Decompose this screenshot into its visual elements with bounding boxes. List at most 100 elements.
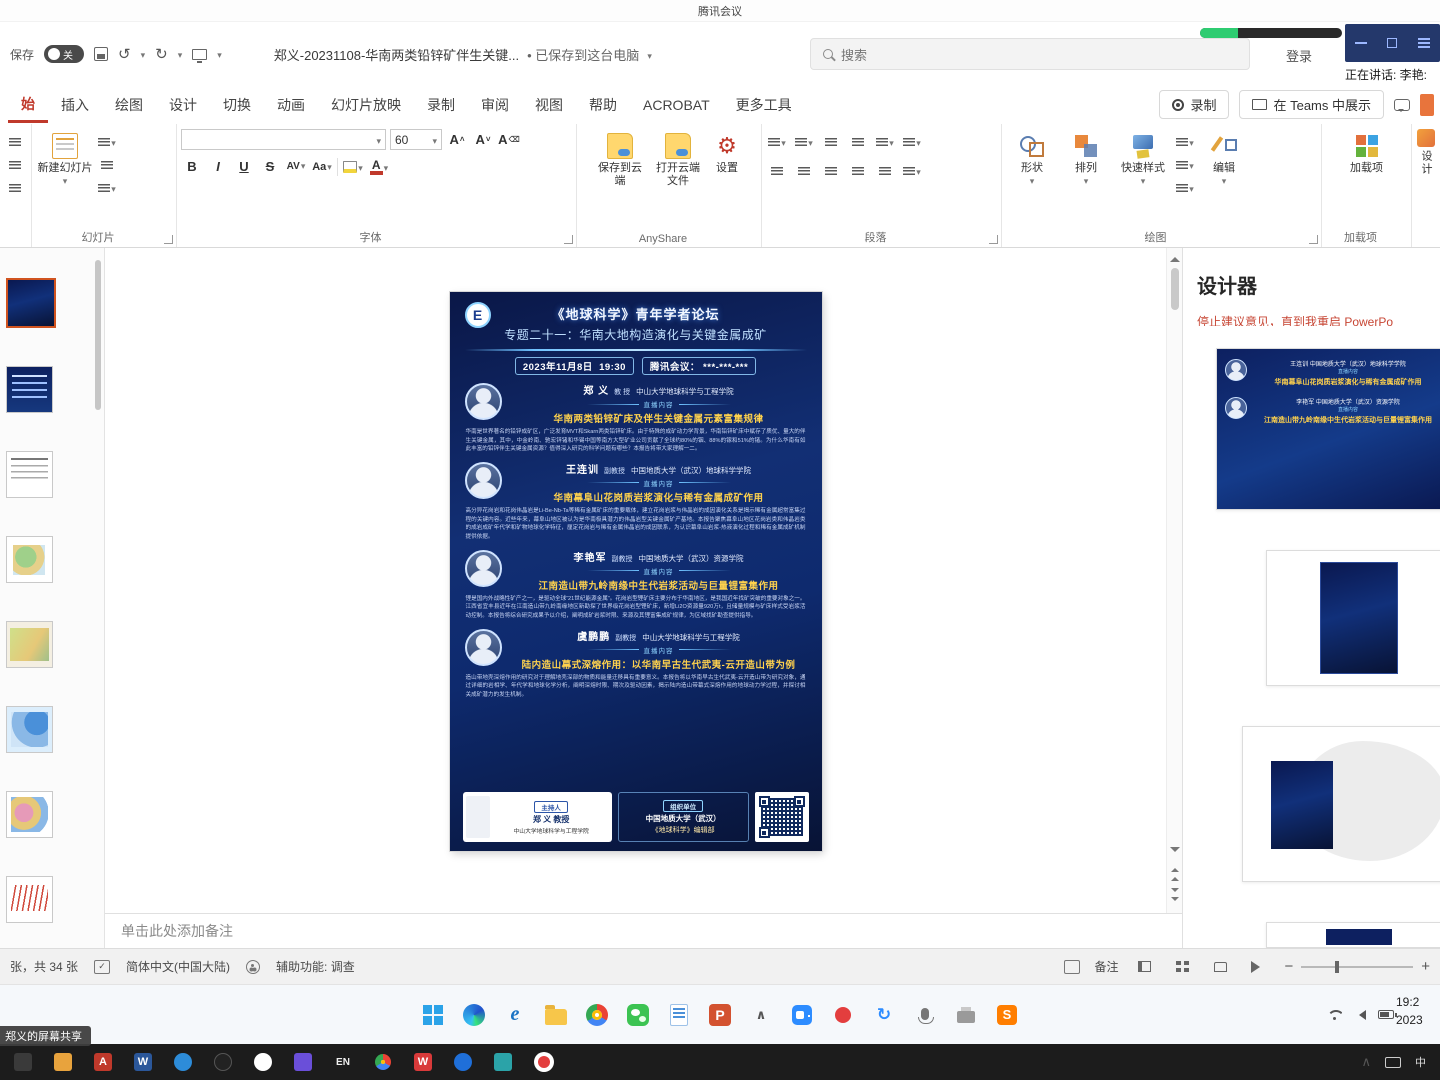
- slide-thumbnail-2[interactable]: [6, 366, 53, 413]
- align-center-button[interactable]: [793, 160, 815, 181]
- shapes-button[interactable]: 形状: [1006, 129, 1058, 192]
- text-direction-button[interactable]: [901, 131, 923, 152]
- word-icon[interactable]: W: [134, 1053, 152, 1071]
- start-from-beginning-icon[interactable]: [192, 48, 208, 63]
- section-button[interactable]: [96, 177, 118, 198]
- align-right-button[interactable]: [820, 160, 842, 181]
- zoom-in-button[interactable]: +: [1421, 959, 1430, 974]
- tab-more-tools[interactable]: 更多工具: [723, 89, 805, 121]
- shape-outline-button[interactable]: [1174, 154, 1196, 175]
- shape-fill-button[interactable]: [1174, 131, 1196, 152]
- qat-customize-icon[interactable]: [217, 47, 222, 61]
- slideshow-button[interactable]: [1246, 956, 1270, 978]
- spellcheck-icon[interactable]: ✓: [94, 959, 111, 974]
- bold-button[interactable]: B: [181, 156, 203, 177]
- dialog-launcher-icon[interactable]: [564, 235, 573, 244]
- arrange-button[interactable]: 排列: [1060, 129, 1112, 192]
- tab-draw[interactable]: 绘图: [102, 89, 156, 121]
- screen-record-button[interactable]: [534, 1052, 554, 1072]
- internet-explorer-icon[interactable]: e: [502, 1002, 528, 1028]
- character-spacing-button[interactable]: AV: [285, 156, 307, 177]
- title-dropdown-icon[interactable]: [647, 47, 652, 62]
- save-to-cloud-button[interactable]: 保存到云端: [594, 129, 646, 192]
- layout-button[interactable]: [96, 131, 118, 152]
- scroll-up-arrow[interactable]: [1169, 252, 1180, 262]
- decrease-font-size-button[interactable]: A ˅: [472, 129, 494, 150]
- tab-animations[interactable]: 动画: [264, 89, 318, 121]
- tab-home[interactable]: 始: [8, 88, 48, 123]
- slide-canvas[interactable]: E 《地球科学》青年学者论坛 专题二十一：华南大地构造演化与关键金属成矿 202…: [105, 248, 1166, 913]
- comments-button[interactable]: [1394, 98, 1410, 112]
- change-case-button[interactable]: Aa: [311, 156, 333, 177]
- keyboard-icon[interactable]: [1385, 1056, 1401, 1068]
- compass-browser-icon[interactable]: [454, 1053, 472, 1071]
- sogou-input-icon[interactable]: S: [994, 1002, 1020, 1028]
- browser-globe-icon[interactable]: [174, 1053, 192, 1071]
- github-icon[interactable]: [214, 1053, 232, 1071]
- pinned-app-icon[interactable]: [14, 1053, 32, 1071]
- reading-view-button[interactable]: [1208, 956, 1232, 978]
- clear-formatting-button[interactable]: A ⌫: [498, 129, 520, 150]
- design-suggestion-4[interactable]: [1266, 922, 1440, 948]
- reset-button[interactable]: [96, 154, 118, 175]
- login-button[interactable]: 登录: [1286, 46, 1312, 65]
- folder-icon[interactable]: [54, 1053, 72, 1071]
- adobe-reader-icon[interactable]: A: [94, 1053, 112, 1071]
- paste-icon[interactable]: [4, 131, 26, 152]
- thumbnail-scrollbar[interactable]: [95, 260, 101, 410]
- autosave-toggle[interactable]: 关: [44, 45, 85, 63]
- save-icon[interactable]: [94, 47, 109, 61]
- notes-toggle[interactable]: 备注: [1094, 958, 1118, 975]
- wifi-icon[interactable]: [1326, 1009, 1342, 1020]
- tab-design[interactable]: 设计: [156, 89, 210, 121]
- language-badge[interactable]: 中: [1415, 1054, 1426, 1070]
- qq-icon[interactable]: [254, 1053, 272, 1071]
- text-highlight-button[interactable]: [342, 156, 364, 177]
- next-slide-button[interactable]: [1170, 888, 1179, 905]
- microphone-icon[interactable]: [912, 1002, 938, 1028]
- maximize-icon[interactable]: [1387, 38, 1398, 48]
- shape-effects-button[interactable]: [1174, 177, 1196, 198]
- font-size-combo[interactable]: 60: [390, 129, 442, 150]
- underline-button[interactable]: U: [233, 156, 255, 177]
- slide-sorter-view-button[interactable]: [1170, 956, 1194, 978]
- search-input[interactable]: 搜索: [810, 38, 1250, 70]
- designer-stop-suggestions-link[interactable]: 停止建议意见，直到我重启 PowerPo: [1197, 313, 1440, 326]
- share-icon[interactable]: [1420, 93, 1434, 116]
- slide-thumbnail-8[interactable]: [6, 876, 53, 923]
- undo-dropdown-icon[interactable]: [141, 47, 146, 61]
- tab-slideshow[interactable]: 幻灯片放映: [318, 89, 414, 121]
- anyshare-settings-button[interactable]: ⚙ 设置: [710, 129, 744, 179]
- volume-icon[interactable]: [1354, 1009, 1366, 1020]
- taskbar-clock[interactable]: 19:2 2023: [1396, 993, 1440, 1029]
- wechat-icon[interactable]: [625, 1002, 651, 1028]
- numbering-button[interactable]: [793, 131, 815, 152]
- scroll-down-arrow[interactable]: [1169, 847, 1180, 857]
- design-suggestion-2[interactable]: [1266, 550, 1440, 686]
- previous-slide-button[interactable]: [1170, 864, 1179, 881]
- record-button[interactable]: 录制: [1159, 90, 1230, 119]
- normal-view-button[interactable]: [1132, 956, 1156, 978]
- slide-thumbnail-5[interactable]: [6, 621, 53, 668]
- tab-view[interactable]: 视图: [522, 89, 576, 121]
- wps-icon[interactable]: W: [414, 1053, 432, 1071]
- tab-help[interactable]: 帮助: [576, 89, 630, 121]
- video-app-icon[interactable]: [494, 1053, 512, 1071]
- windows-start-button[interactable]: [420, 1002, 446, 1028]
- increase-indent-button[interactable]: [847, 131, 869, 152]
- notes-pane[interactable]: 单击此处添加备注: [105, 913, 1182, 948]
- dialog-launcher-icon[interactable]: [1309, 235, 1318, 244]
- notes-icon[interactable]: [1064, 959, 1081, 974]
- addins-button[interactable]: 加载项: [1341, 129, 1393, 179]
- tab-transitions[interactable]: 切换: [210, 89, 264, 121]
- sync-icon[interactable]: ↻: [871, 1002, 897, 1028]
- align-left-button[interactable]: [766, 160, 788, 181]
- editing-button[interactable]: 编辑: [1198, 129, 1250, 192]
- copy-icon[interactable]: [4, 177, 26, 198]
- tray-expand-icon[interactable]: ∧: [748, 1002, 774, 1028]
- music-app-icon[interactable]: [294, 1053, 312, 1071]
- font-name-combo[interactable]: [181, 129, 386, 150]
- menu-icon[interactable]: [1417, 38, 1430, 48]
- tray-expand-icon[interactable]: ∧: [1361, 1054, 1371, 1070]
- new-slide-button[interactable]: 新建幻灯片: [36, 129, 94, 192]
